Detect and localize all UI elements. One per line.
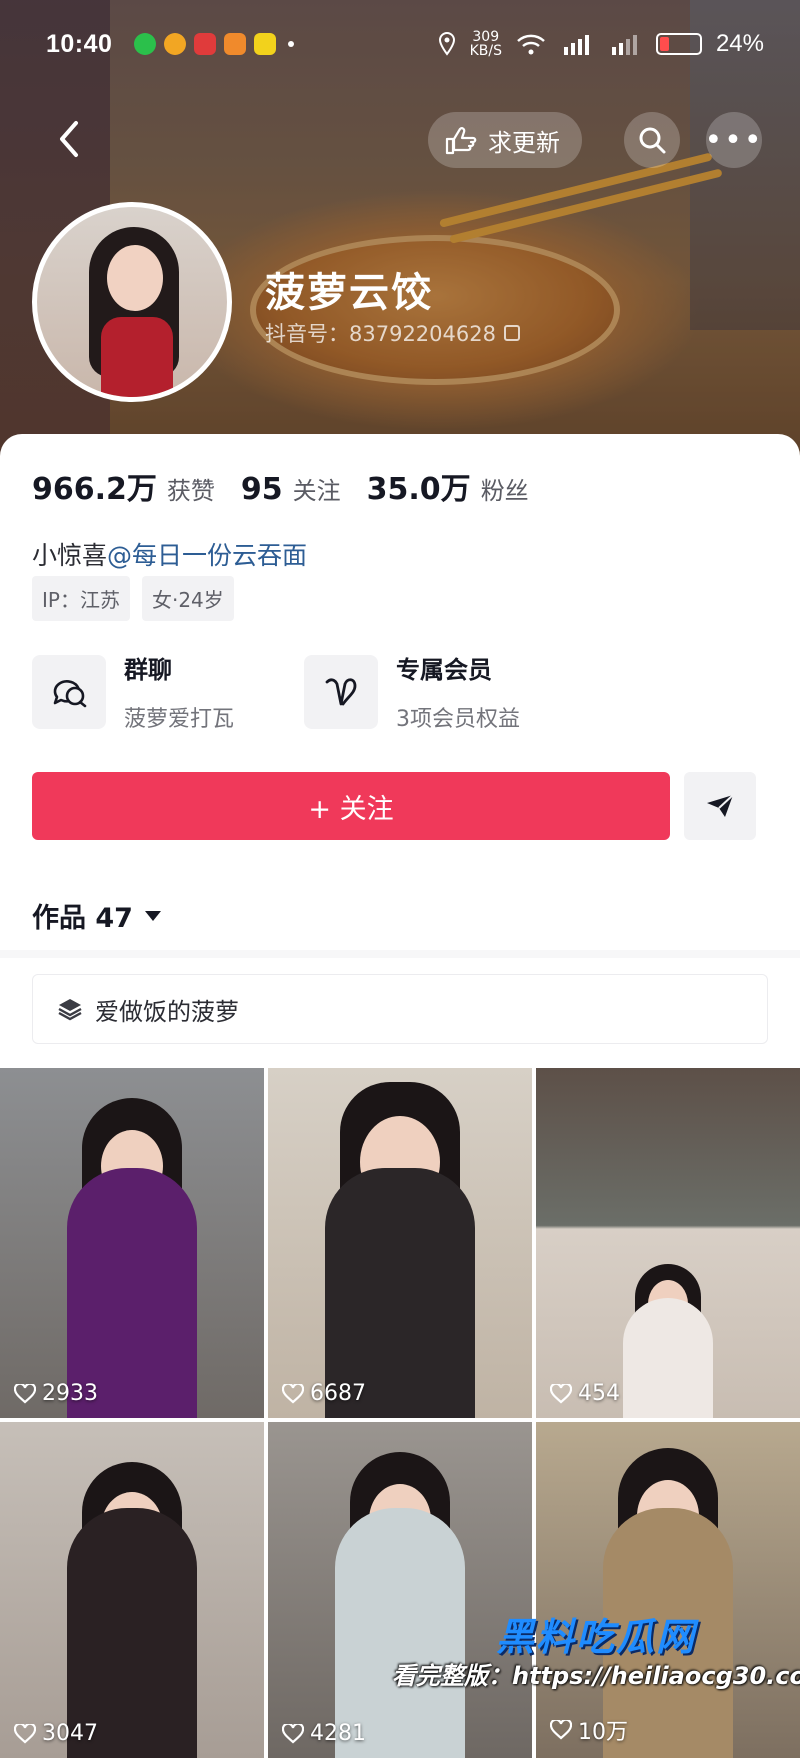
membership-entry[interactable]: 专属会员 3项会员权益 xyxy=(304,650,520,733)
video-likes: 4281 xyxy=(282,1721,366,1746)
douyin-id[interactable]: 抖音号：83792204628 xyxy=(265,318,520,348)
stat-likes[interactable]: 966.2万 获赞 xyxy=(32,464,215,508)
group-chat-subtitle: 菠萝爱打瓦 xyxy=(124,707,235,732)
video-likes: 454 xyxy=(550,1381,620,1406)
watermark-url: 看完整版：https://heiliaocg30.com xyxy=(392,1662,800,1690)
bio-text: 小惊喜 xyxy=(32,541,108,570)
membership-title: 专属会员 xyxy=(396,656,492,684)
notification-icons xyxy=(134,33,277,55)
video-thumbnail[interactable]: 454 xyxy=(536,1068,800,1418)
stat-label: 粉丝 xyxy=(480,477,529,505)
battery-icon xyxy=(655,33,702,55)
status-bar: 10:40 309 KB/S 24% xyxy=(0,0,800,88)
search-button[interactable] xyxy=(624,112,680,168)
battery-percentage: 24% xyxy=(715,30,764,57)
request-update-button[interactable]: 求更新 xyxy=(428,112,582,168)
wifi-icon xyxy=(517,34,545,55)
works-tab-label: 作品 47 xyxy=(32,903,133,934)
video-likes-count: 4281 xyxy=(310,1721,366,1746)
profile-tags: IP：江苏 女·24岁 xyxy=(32,576,234,621)
profile-stats: 966.2万 获赞 95 关注 35.0万 粉丝 xyxy=(32,464,529,508)
collection-label: 爱做饭的菠萝 xyxy=(95,997,239,1026)
group-chat-entry[interactable]: 群聊 菠萝爱打瓦 xyxy=(32,650,234,733)
douyin-id-text: 抖音号：83792204628 xyxy=(265,322,496,346)
video-likes-count: 2933 xyxy=(42,1381,98,1406)
tab-works[interactable]: 作品 47 xyxy=(32,896,161,935)
more-options-button[interactable]: ••• xyxy=(704,112,764,168)
membership-subtitle: 3项会员权益 xyxy=(396,707,520,732)
share-button[interactable] xyxy=(684,772,756,840)
follow-label: + 关注 xyxy=(308,793,394,825)
chat-bubbles-icon xyxy=(32,654,106,729)
video-likes-count: 3047 xyxy=(42,1721,98,1746)
stat-number: 95 xyxy=(240,472,283,507)
follow-button[interactable]: + 关注 xyxy=(32,772,670,840)
stat-following[interactable]: 95 关注 xyxy=(241,471,341,507)
video-likes: 6687 xyxy=(282,1381,366,1406)
video-thumbnail[interactable]: 3047 xyxy=(0,1422,264,1758)
ip-location-tag: IP：江苏 xyxy=(32,576,130,621)
network-speed: 309 KB/S xyxy=(469,29,502,59)
video-likes: 3047 xyxy=(14,1721,98,1746)
cell-signal-icon xyxy=(611,35,637,55)
app-notification-icon xyxy=(194,33,217,55)
more-icon: ••• xyxy=(704,122,764,158)
wechat-icon xyxy=(134,33,157,55)
group-chat-title: 群聊 xyxy=(124,656,172,684)
top-nav: 求更新 ••• xyxy=(0,106,800,172)
video-likes-count: 454 xyxy=(578,1381,620,1406)
divider xyxy=(0,950,800,958)
status-time: 10:40 xyxy=(46,29,113,58)
paper-plane-icon xyxy=(707,794,734,817)
chevron-left-icon xyxy=(60,121,78,157)
watermark: 黑料吃瓜网 看完整版：https://heiliaocg30.com xyxy=(392,1600,800,1730)
search-icon xyxy=(639,127,666,154)
heart-v-icon xyxy=(304,654,378,729)
stat-label: 获赞 xyxy=(166,477,215,505)
copy-icon[interactable] xyxy=(503,325,520,341)
video-thumbnail[interactable]: 6687 xyxy=(268,1068,532,1418)
location-icon xyxy=(438,32,455,56)
avatar[interactable] xyxy=(32,202,232,402)
back-button[interactable] xyxy=(40,110,98,168)
video-thumbnail[interactable]: 2933 xyxy=(0,1068,264,1418)
heart-icon xyxy=(14,1723,36,1743)
stat-followers[interactable]: 35.0万 粉丝 xyxy=(367,464,529,508)
weibo-icon xyxy=(164,33,187,55)
stat-number: 966.2万 xyxy=(32,472,157,507)
collection-entry[interactable]: 爱做饭的菠萝 xyxy=(32,974,768,1044)
stat-number: 35.0万 xyxy=(366,472,471,507)
heart-icon xyxy=(550,1383,572,1403)
heart-icon xyxy=(282,1383,304,1403)
heart-icon xyxy=(282,1723,304,1743)
bio-mention-link[interactable]: @每日一份云吞面 xyxy=(107,541,307,570)
chevron-down-icon xyxy=(144,910,161,921)
layers-icon xyxy=(58,999,82,1021)
app-notification-icon xyxy=(254,33,277,55)
video-likes: 2933 xyxy=(14,1381,98,1406)
request-update-label: 求更新 xyxy=(488,128,560,157)
stat-label: 关注 xyxy=(292,477,341,505)
profile-bio: 小惊喜@每日一份云吞面 xyxy=(32,536,307,572)
profile-nickname: 菠萝云饺 xyxy=(265,270,433,316)
heart-icon xyxy=(14,1383,36,1403)
more-notifications-dot xyxy=(288,41,295,47)
cell-signal-icon xyxy=(563,35,589,55)
pointing-hand-icon xyxy=(445,127,477,155)
video-likes-count: 6687 xyxy=(310,1381,366,1406)
gender-age-tag: 女·24岁 xyxy=(141,576,234,621)
watermark-logo: 黑料吃瓜网 xyxy=(496,1615,697,1659)
app-notification-icon xyxy=(224,33,247,55)
